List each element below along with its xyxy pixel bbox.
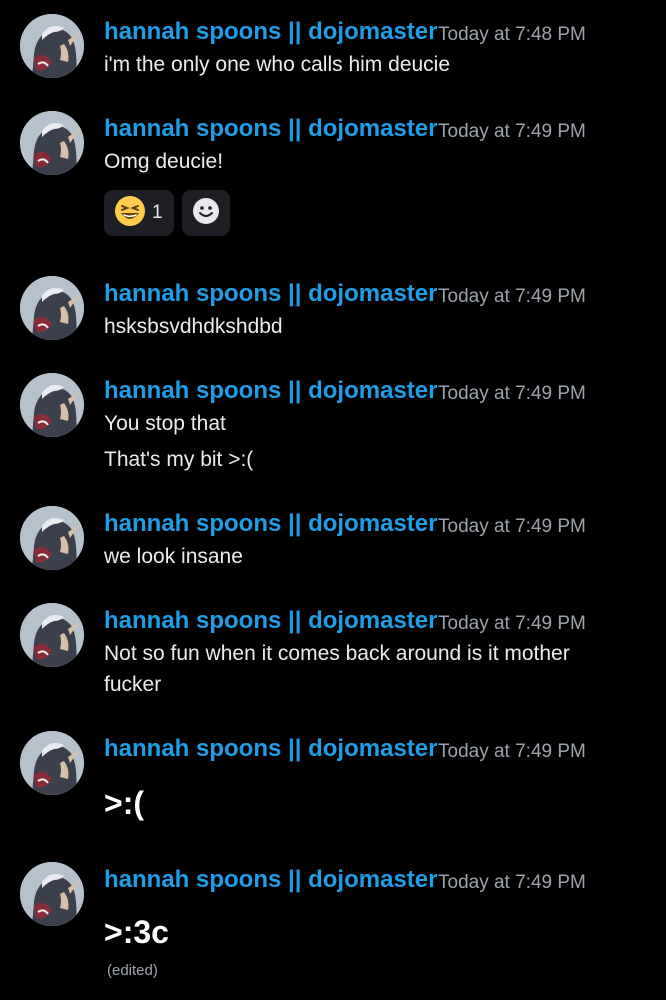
message-author[interactable]: hannah spoons || dojomaster: [104, 510, 437, 538]
laughing-emoji-icon: [114, 195, 146, 232]
message-author[interactable]: hannah spoons || dojomaster: [104, 735, 437, 763]
message-author[interactable]: hannah spoons || dojomaster: [104, 115, 437, 143]
message-author[interactable]: hannah spoons || dojomaster: [104, 280, 437, 308]
message-author[interactable]: hannah spoons || dojomaster: [104, 377, 437, 405]
message-timestamp: Today at 7:49 PM: [438, 613, 586, 634]
user-avatar[interactable]: [20, 731, 84, 795]
message-text: we look insane: [104, 545, 243, 568]
user-avatar[interactable]: [20, 506, 84, 570]
add-reaction-smiley-icon: [192, 197, 220, 230]
user-avatar[interactable]: [20, 862, 84, 926]
user-avatar[interactable]: [20, 276, 84, 340]
message-text: You stop that: [104, 412, 226, 435]
add-reaction-button[interactable]: [182, 190, 230, 236]
message-timestamp: Today at 7:49 PM: [438, 121, 586, 142]
message-text: >:3c: [104, 914, 169, 950]
user-avatar[interactable]: [20, 603, 84, 667]
message-text: Omg deucie!: [104, 150, 224, 173]
message-text: i'm the only one who calls him deucie: [104, 53, 451, 76]
message-text: That's my bit >:(: [104, 448, 254, 471]
message-text: Not so fun when it comes back around is …: [104, 642, 570, 696]
message-timestamp: Today at 7:49 PM: [438, 383, 586, 404]
message-author[interactable]: hannah spoons || dojomaster: [104, 607, 437, 635]
message-text: >:(: [104, 785, 144, 821]
user-avatar[interactable]: [20, 14, 84, 78]
message-timestamp: Today at 7:49 PM: [438, 741, 586, 762]
reaction-laughing[interactable]: 1: [104, 190, 174, 236]
message-timestamp: Today at 7:48 PM: [438, 24, 586, 45]
message-text: hsksbsvdhdkshdbd: [104, 315, 283, 338]
message-timestamp: Today at 7:49 PM: [438, 872, 586, 893]
user-avatar[interactable]: [20, 373, 84, 437]
edited-label: (edited): [107, 962, 158, 979]
user-avatar[interactable]: [20, 111, 84, 175]
message-author[interactable]: hannah spoons || dojomaster: [104, 866, 437, 894]
message-timestamp: Today at 7:49 PM: [438, 286, 586, 307]
reaction-count: 1: [152, 202, 163, 223]
message-timestamp: Today at 7:49 PM: [438, 516, 586, 537]
message-author[interactable]: hannah spoons || dojomaster: [104, 18, 437, 46]
